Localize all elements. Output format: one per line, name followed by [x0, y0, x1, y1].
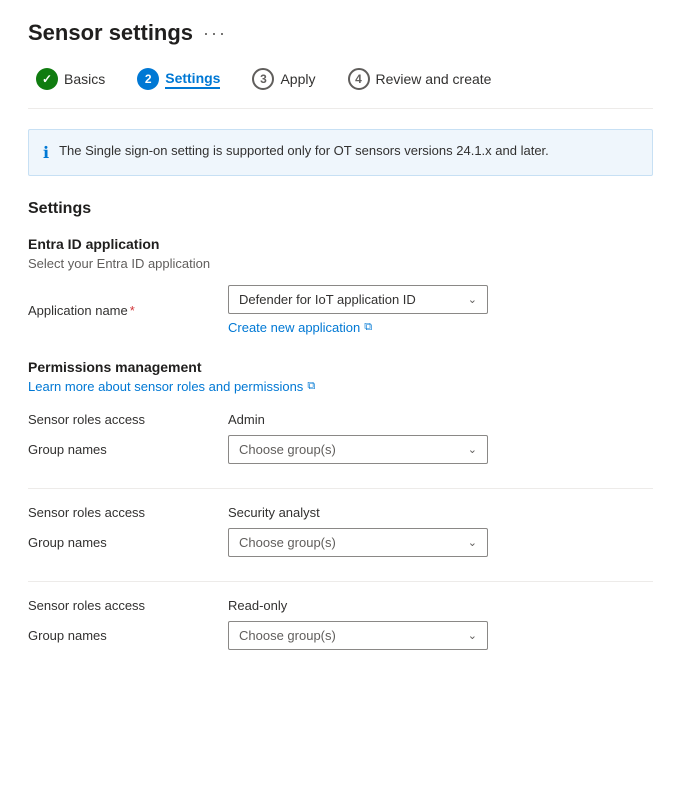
- banner-text: The Single sign-on setting is supported …: [59, 142, 549, 160]
- chevron-down-icon: ⌄: [468, 293, 477, 306]
- sensor-roles-row-2: Sensor roles access Read-only: [28, 598, 653, 613]
- step-apply[interactable]: 3 Apply: [244, 64, 323, 94]
- permissions-title: Permissions management: [28, 359, 653, 375]
- role-block-2: Sensor roles access Read-only Group name…: [28, 598, 653, 674]
- sensor-roles-label-1: Sensor roles access: [28, 505, 228, 520]
- sensor-roles-label-2: Sensor roles access: [28, 598, 228, 613]
- more-options-icon[interactable]: ···: [203, 23, 227, 44]
- group-names-label-1: Group names: [28, 535, 228, 550]
- app-name-row: Application name* Defender for IoT appli…: [28, 285, 653, 335]
- group-names-placeholder-1: Choose group(s): [239, 535, 336, 550]
- create-new-application-link[interactable]: Create new application ⧉: [228, 320, 653, 335]
- permissions-section: Permissions management Learn more about …: [28, 359, 653, 674]
- step-settings[interactable]: 2 Settings: [129, 64, 228, 94]
- entra-id-title: Entra ID application: [28, 236, 653, 252]
- app-name-dropdown-value: Defender for IoT application ID: [239, 292, 416, 307]
- sensor-roles-value-0: Admin: [228, 412, 265, 427]
- step-apply-label: Apply: [280, 71, 315, 87]
- step-basics-label: Basics: [64, 71, 105, 87]
- create-link-text: Create new application: [228, 320, 360, 335]
- chevron-down-icon-1: ⌄: [468, 536, 477, 549]
- group-names-row-0: Group names Choose group(s) ⌄: [28, 435, 653, 464]
- group-names-label-2: Group names: [28, 628, 228, 643]
- role-blocks-container: Sensor roles access Admin Group names Ch…: [28, 412, 653, 674]
- role-block-1: Sensor roles access Security analyst Gro…: [28, 505, 653, 582]
- group-names-row-2: Group names Choose group(s) ⌄: [28, 621, 653, 650]
- group-names-dropdown-2[interactable]: Choose group(s) ⌄: [228, 621, 488, 650]
- group-names-placeholder-0: Choose group(s): [239, 442, 336, 457]
- group-names-row-1: Group names Choose group(s) ⌄: [28, 528, 653, 557]
- learn-external-link-icon: ⧉: [307, 380, 315, 393]
- sensor-roles-value-2: Read-only: [228, 598, 287, 613]
- wizard-steps: ✓ Basics 2 Settings 3 Apply 4 Review and…: [28, 64, 653, 109]
- entra-id-subsection: Entra ID application Select your Entra I…: [28, 236, 653, 335]
- group-names-label-0: Group names: [28, 442, 228, 457]
- step-settings-label: Settings: [165, 70, 220, 89]
- group-names-placeholder-2: Choose group(s): [239, 628, 336, 643]
- sensor-roles-value-1: Security analyst: [228, 505, 320, 520]
- sensor-roles-row-0: Sensor roles access Admin: [28, 412, 653, 427]
- step-basics[interactable]: ✓ Basics: [28, 64, 113, 94]
- step-review-label: Review and create: [376, 71, 492, 87]
- app-name-dropdown[interactable]: Defender for IoT application ID ⌄: [228, 285, 488, 314]
- info-icon: ℹ: [43, 143, 49, 163]
- section-title: Settings: [28, 200, 653, 218]
- app-name-control-area: Defender for IoT application ID ⌄ Create…: [228, 285, 653, 335]
- group-names-dropdown-1[interactable]: Choose group(s) ⌄: [228, 528, 488, 557]
- sensor-roles-label-0: Sensor roles access: [28, 412, 228, 427]
- chevron-down-icon-0: ⌄: [468, 443, 477, 456]
- page-title: Sensor settings: [28, 20, 193, 46]
- required-indicator: *: [130, 303, 135, 318]
- step-settings-circle: 2: [137, 68, 159, 90]
- chevron-down-icon-2: ⌄: [468, 629, 477, 642]
- learn-more-link[interactable]: Learn more about sensor roles and permis…: [28, 379, 653, 394]
- step-review[interactable]: 4 Review and create: [340, 64, 500, 94]
- learn-link-text: Learn more about sensor roles and permis…: [28, 379, 303, 394]
- step-apply-circle: 3: [252, 68, 274, 90]
- step-basics-circle: ✓: [36, 68, 58, 90]
- app-name-label: Application name*: [28, 303, 228, 318]
- entra-id-description: Select your Entra ID application: [28, 256, 653, 271]
- sensor-roles-row-1: Sensor roles access Security analyst: [28, 505, 653, 520]
- role-block-0: Sensor roles access Admin Group names Ch…: [28, 412, 653, 489]
- group-names-dropdown-0[interactable]: Choose group(s) ⌄: [228, 435, 488, 464]
- page-header: Sensor settings ···: [28, 20, 653, 46]
- step-review-circle: 4: [348, 68, 370, 90]
- external-link-icon: ⧉: [364, 321, 372, 334]
- info-banner: ℹ The Single sign-on setting is supporte…: [28, 129, 653, 176]
